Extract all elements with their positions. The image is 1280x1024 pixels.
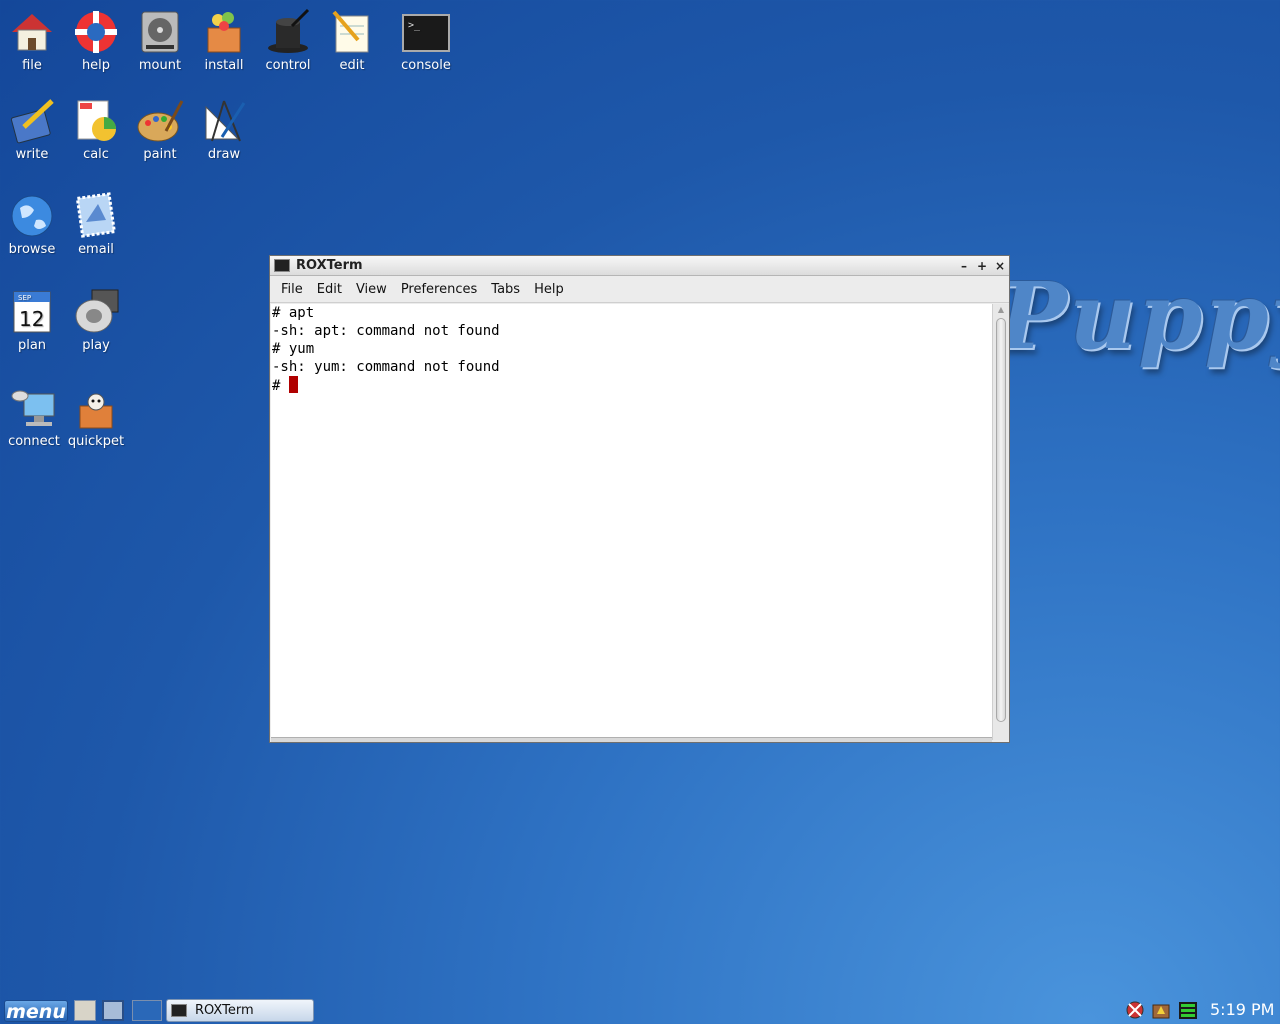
- network-computer-icon: [10, 384, 58, 432]
- roxterm-window: ROXTerm – + × File Edit View Preferences…: [269, 255, 1010, 743]
- desktop-icon-label: draw: [207, 147, 241, 162]
- desktop-icon-paint[interactable]: paint: [128, 97, 192, 162]
- menu-help[interactable]: Help: [527, 282, 571, 297]
- terminal-icon: [171, 1004, 187, 1017]
- scroll-up-arrow-icon[interactable]: ▲: [993, 304, 1009, 316]
- desktop-icon-label: plan: [17, 338, 47, 353]
- package-icon[interactable]: [1151, 1000, 1171, 1020]
- desktop-icon-label: browse: [8, 242, 56, 257]
- workspace-1-icon[interactable]: [102, 1000, 124, 1021]
- desktop-icon-help[interactable]: help: [64, 8, 128, 73]
- lifebuoy-icon: [72, 8, 120, 56]
- terminal-prompt-line: #: [272, 376, 992, 395]
- globe-icon: [8, 192, 56, 240]
- terminal-line: # yum: [272, 341, 315, 357]
- desktop-icon-label: quickpet: [67, 434, 125, 449]
- desktop-icon-label: edit: [339, 58, 365, 73]
- desktop-icon-label: control: [265, 58, 311, 73]
- terminal-icon: [274, 259, 290, 272]
- start-menu-button[interactable]: menu: [4, 1000, 68, 1023]
- desktop-icon-label: connect: [8, 434, 60, 449]
- network-disconnected-icon[interactable]: [1125, 1000, 1145, 1020]
- desktop-icon-email[interactable]: email: [64, 192, 128, 257]
- menubar: File Edit View Preferences Tabs Help: [270, 276, 1009, 303]
- desktop-icon-label: install: [204, 58, 244, 73]
- desktop-icon-label: help: [81, 58, 111, 73]
- taskbar-task-roxterm[interactable]: ROXTerm: [166, 999, 314, 1022]
- workspace-2-icon[interactable]: [132, 1000, 162, 1021]
- terminal-line: -sh: yum: command not found: [272, 359, 500, 375]
- calendar-icon: SEP 12: [8, 288, 56, 336]
- minimize-button[interactable]: –: [955, 259, 973, 273]
- desktop-icon-label: paint: [143, 147, 177, 162]
- desktop-icon-write[interactable]: write: [0, 97, 64, 162]
- window-title: ROXTerm: [296, 258, 363, 273]
- desktop-icon-label: console: [401, 58, 451, 73]
- horizontal-scrollbar[interactable]: [271, 737, 992, 742]
- terminal-line: -sh: apt: command not found: [272, 323, 500, 339]
- taskbar: menu ROXTerm 5:19 PM: [0, 998, 1280, 1024]
- svg-text:>_: >_: [408, 20, 421, 31]
- magic-hat-icon: [264, 8, 312, 56]
- show-desktop-icon[interactable]: [74, 1000, 96, 1021]
- window-titlebar[interactable]: ROXTerm – + ×: [270, 256, 1009, 276]
- wallpaper-logo: Puppy: [998, 262, 1280, 370]
- desktop-icon-install[interactable]: install: [192, 8, 256, 73]
- desktop-icon-mount[interactable]: mount: [128, 8, 192, 73]
- hard-drive-icon: [136, 8, 184, 56]
- menu-view[interactable]: View: [349, 282, 394, 297]
- desktop-icon-label: mount: [138, 58, 182, 73]
- menu-file[interactable]: File: [274, 282, 310, 297]
- palette-icon: [136, 97, 184, 145]
- desktop-icon-console[interactable]: >_ console: [394, 8, 458, 73]
- terminal-line: # apt: [272, 305, 315, 321]
- battery-icon[interactable]: [1178, 1000, 1198, 1020]
- calendar-month: SEP: [18, 294, 31, 302]
- menu-edit[interactable]: Edit: [310, 282, 349, 297]
- spreadsheet-chart-icon: [72, 97, 120, 145]
- desktop-icon-play[interactable]: play: [64, 288, 128, 353]
- text-cursor: [288, 376, 298, 393]
- desktop-icon-control[interactable]: control: [256, 8, 320, 73]
- terminal-output[interactable]: # apt -sh: apt: command not found # yum -sh…: [271, 304, 992, 740]
- clock[interactable]: 5:19 PM: [1210, 1000, 1274, 1019]
- desktop-icon-label: email: [78, 242, 114, 257]
- menu-tabs[interactable]: Tabs: [484, 282, 527, 297]
- house-icon: [8, 8, 56, 56]
- desktop-icon-label: write: [15, 147, 49, 162]
- terminal-icon: >_: [402, 14, 450, 56]
- speaker-icon: [72, 288, 120, 336]
- notepad-pencil-icon: [328, 8, 376, 56]
- desktop-icon-calc[interactable]: calc: [64, 97, 128, 162]
- menu-preferences[interactable]: Preferences: [394, 282, 484, 297]
- desktop-icon-label: calc: [83, 147, 109, 162]
- scrollbar-thumb[interactable]: [996, 318, 1006, 722]
- desktop-icon-label: file: [22, 58, 42, 73]
- close-button[interactable]: ×: [991, 259, 1009, 273]
- desktop-icon-draw[interactable]: draw: [192, 97, 256, 162]
- drafting-compass-icon: [200, 97, 248, 145]
- stamp-icon: [72, 192, 120, 240]
- maximize-button[interactable]: +: [973, 259, 991, 273]
- desktop-icon-browse[interactable]: browse: [0, 192, 64, 257]
- desktop-icon-file[interactable]: file: [0, 8, 64, 73]
- terminal-prompt: #: [272, 378, 289, 394]
- task-label: ROXTerm: [195, 1003, 254, 1018]
- quickpet-box-icon: [72, 384, 120, 432]
- desktop-icon-quickpet[interactable]: quickpet: [64, 384, 128, 449]
- desktop-icon-label: play: [82, 338, 110, 353]
- calendar-day: 12: [19, 307, 44, 331]
- desktop-icon-edit[interactable]: edit: [320, 8, 384, 73]
- vertical-scrollbar[interactable]: ▲: [992, 304, 1009, 740]
- notebook-pen-icon: [8, 97, 56, 145]
- desktop-icon-connect[interactable]: connect: [2, 384, 66, 449]
- desktop-icon-plan[interactable]: SEP 12 plan: [0, 288, 64, 353]
- package-box-icon: [200, 8, 248, 56]
